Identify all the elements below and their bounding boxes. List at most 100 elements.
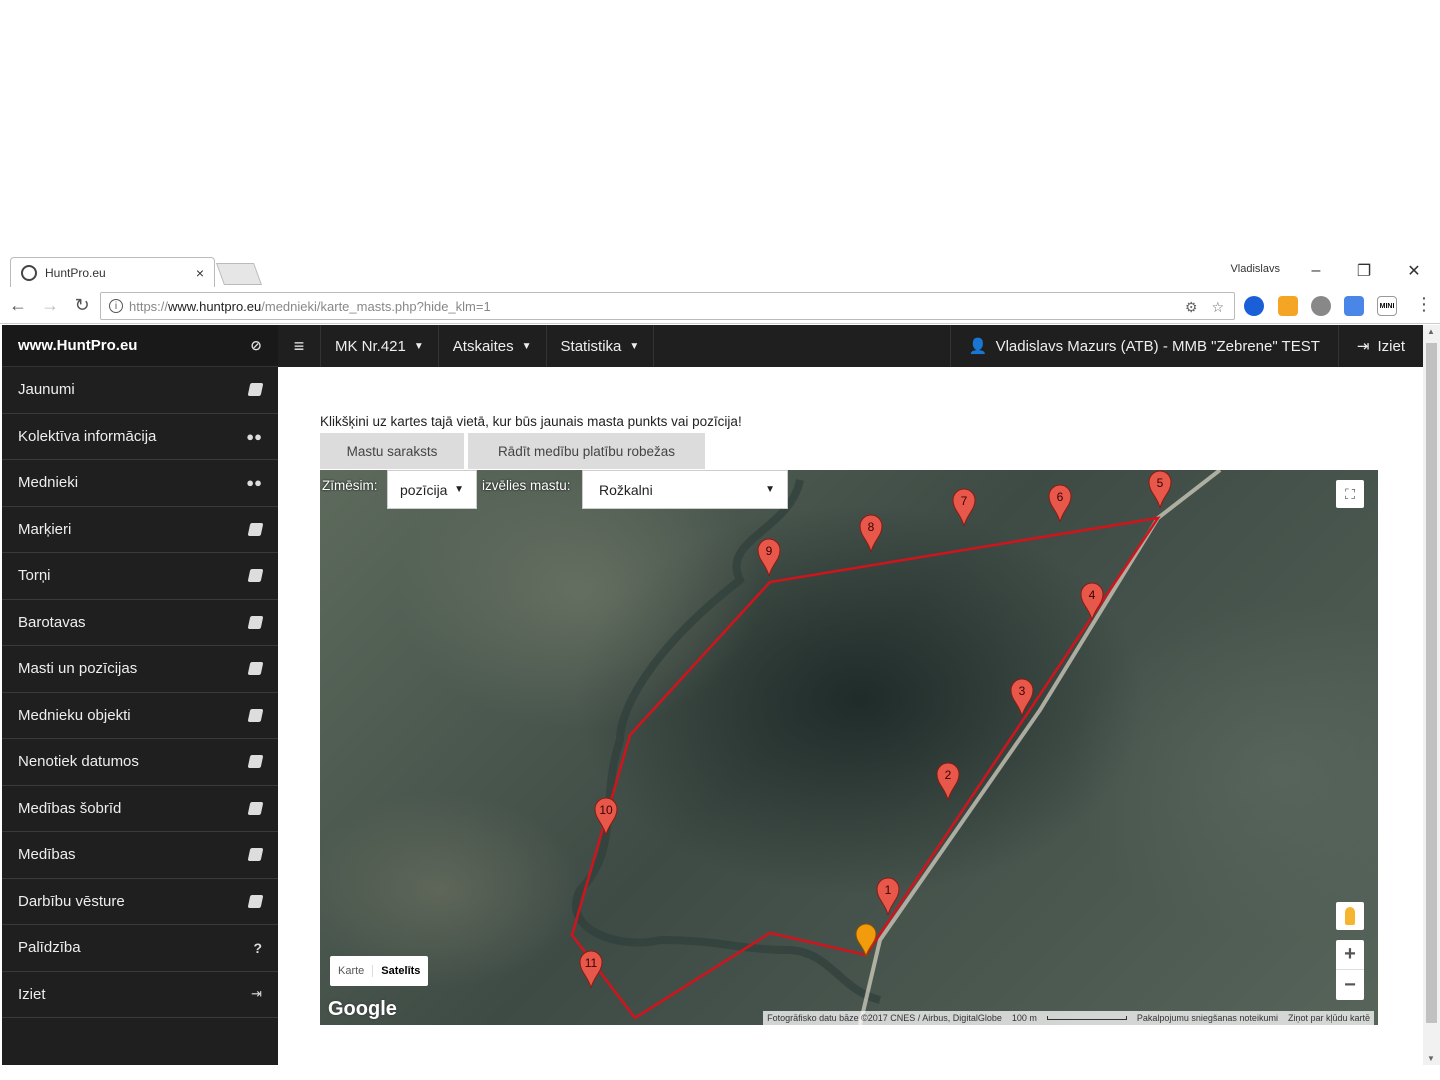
menu-mk[interactable]: MK Nr.421 ▼: [320, 325, 438, 367]
mast-marker-7[interactable]: 7: [952, 488, 976, 527]
url-input[interactable]: i https://www.huntpro.eu/mednieki/karte_…: [100, 292, 1235, 320]
user-menu[interactable]: 👤 Vladislavs Mazurs (ATB) - MMB "Zebrene"…: [949, 325, 1338, 367]
sidebar-item-kolektiva-informacija[interactable]: Kolektīva informācija ●●: [2, 414, 278, 460]
sidebar-item-darbibu-vesture[interactable]: Darbību vēsture: [2, 879, 278, 925]
question-icon: ?: [253, 939, 262, 956]
scroll-up-icon[interactable]: ▲: [1427, 327, 1435, 336]
sidebar-item-label: Marķieri: [18, 520, 72, 538]
reload-icon[interactable]: ↻: [68, 292, 96, 320]
extension-mini-icon[interactable]: MINI: [1377, 296, 1397, 316]
mast-marker-6[interactable]: 6: [1048, 484, 1072, 523]
sidebar: www.HuntPro.eu ⊘ Jaunumi Kolektīva infor…: [2, 325, 278, 1065]
chrome-menu-icon[interactable]: ⋮: [1415, 294, 1433, 315]
users-icon: ●●: [246, 475, 262, 491]
forward-icon[interactable]: →: [36, 292, 64, 320]
scale-label: 100 m: [1011, 1013, 1037, 1023]
sidebar-item-nenotiek-datumos[interactable]: Nenotiek datumos: [2, 739, 278, 786]
draw-mode-label: Zīmēsim:: [322, 478, 378, 493]
book-icon: [247, 755, 264, 769]
new-tab-button[interactable]: [215, 263, 263, 285]
tab-close-icon[interactable]: ×: [196, 265, 204, 281]
satellite-map[interactable]: 1 2 3 4 5 6 7 8 9 10 11 Zīmēsim: pozīcija ▼ izvēli…: [320, 470, 1378, 1025]
cookie-icon[interactable]: ⚙: [1185, 299, 1198, 316]
sidebar-item-label: Masti un pozīcijas: [18, 660, 138, 678]
sidebar-item-masti-un-pozicijas[interactable]: Masti un pozīcijas: [2, 646, 278, 693]
map-type-map-button[interactable]: Karte: [330, 965, 374, 977]
caret-down-icon: ▼: [629, 340, 640, 352]
map-type-satellite-button[interactable]: Satelīts: [373, 965, 428, 977]
zoom-out-button[interactable]: −: [1336, 970, 1364, 1000]
mast-marker-5[interactable]: 5: [1148, 470, 1172, 509]
scrollbar-thumb[interactable]: [1426, 343, 1437, 1023]
hamburger-menu-icon[interactable]: ≡: [278, 336, 320, 357]
compass-icon[interactable]: ⊘: [250, 337, 262, 354]
url-scheme: https://: [129, 298, 169, 314]
book-icon: [247, 569, 264, 583]
zoom-in-button[interactable]: +: [1336, 940, 1364, 970]
sidebar-item-label: Palīdzība: [18, 939, 81, 957]
menu-statistika[interactable]: Statistika ▼: [545, 325, 655, 367]
menu-atskaites[interactable]: Atskaites ▼: [437, 325, 546, 367]
minimize-icon[interactable]: –: [1296, 257, 1336, 285]
mast-marker-label: 4: [1089, 588, 1096, 602]
mast-marker-9[interactable]: 9: [757, 538, 781, 577]
sidebar-item-palidziba[interactable]: Palīdzība?: [2, 925, 278, 972]
sign-out-icon: ⇥: [1356, 338, 1370, 355]
sidebar-item-iziet[interactable]: Iziet ⇥: [2, 972, 278, 1018]
sidebar-item-markieri[interactable]: Marķieri: [2, 507, 278, 553]
sidebar-item-label: Jaunumi: [18, 381, 75, 399]
imagery-attribution: Fotogrāfisko datu bāze ©2017 CNES / Airb…: [767, 1013, 1002, 1023]
caret-down-icon: ▼: [521, 340, 532, 352]
sidebar-item-torni[interactable]: Torņi: [2, 553, 278, 600]
logout-button[interactable]: ⇥ Iziet: [1337, 325, 1423, 367]
restore-icon[interactable]: ❐: [1344, 257, 1384, 285]
sidebar-item-mednieki[interactable]: Mednieki ●●: [2, 460, 278, 507]
mast-marker-label: 1: [885, 883, 892, 897]
extension-plus-icon[interactable]: [1244, 296, 1264, 316]
sidebar-item-label: Medības: [18, 846, 76, 864]
draw-mode-select[interactable]: pozīcija ▼: [387, 470, 477, 509]
report-error-link[interactable]: Ziņot par kļūdu kartē: [1288, 1013, 1370, 1023]
extension-globe-icon[interactable]: [1311, 296, 1331, 316]
street-view-pegman-icon[interactable]: [1336, 902, 1364, 930]
map-overlay: 1 2 3 4 5 6 7 8 9 10 11: [570, 470, 1222, 1025]
book-icon: [247, 848, 264, 862]
globe-icon: [21, 264, 37, 281]
show-boundaries-button[interactable]: Rādīt medību platību robežas: [468, 433, 705, 469]
page-scrollbar[interactable]: ▲ ▼: [1423, 325, 1440, 1065]
mast-marker-2[interactable]: 2: [936, 762, 960, 801]
mast-list-button[interactable]: Mastu saraksts: [320, 433, 464, 469]
window-user-badge[interactable]: Vladislavs: [1230, 263, 1280, 275]
sidebar-item-medibas-sobrid[interactable]: Medības šobrīd: [2, 786, 278, 832]
mast-marker-8[interactable]: 8: [859, 514, 883, 553]
scroll-down-icon[interactable]: ▼: [1427, 1054, 1435, 1063]
mast-marker-10[interactable]: 10: [594, 797, 618, 836]
info-icon[interactable]: i: [109, 299, 123, 313]
close-icon[interactable]: ✕: [1394, 257, 1434, 285]
sidebar-item-label: Kolektīva informācija: [18, 427, 157, 445]
sidebar-item-mednieku-objekti[interactable]: Mednieku objekti: [2, 693, 278, 739]
sidebar-item-label: Darbību vēsture: [18, 892, 125, 910]
address-bar: ← → ↻ i https://www.huntpro.eu/mednieki/…: [0, 288, 1440, 324]
position-marker[interactable]: [855, 923, 877, 958]
menu-label: Atskaites: [452, 337, 514, 355]
mast-marker-label: 5: [1157, 476, 1164, 490]
sidebar-item-jaunumi[interactable]: Jaunumi: [2, 367, 278, 414]
back-icon[interactable]: ←: [4, 292, 32, 320]
menu-label: MK Nr.421: [335, 337, 406, 355]
browser-tab[interactable]: HuntPro.eu ×: [10, 257, 215, 287]
mast-select[interactable]: Rožkalni ▼: [582, 470, 788, 509]
logout-label: Iziet: [1377, 337, 1405, 355]
extension-orange-icon[interactable]: [1278, 296, 1298, 316]
translate-icon[interactable]: [1344, 296, 1364, 316]
sidebar-brand[interactable]: www.HuntPro.eu ⊘: [2, 325, 278, 367]
sidebar-item-barotavas[interactable]: Barotavas: [2, 600, 278, 646]
fullscreen-icon[interactable]: ⛶: [1336, 480, 1364, 508]
mast-marker-11[interactable]: 11: [579, 950, 603, 989]
bookmark-star-icon[interactable]: ☆: [1211, 299, 1224, 316]
mast-select-label: izvēlies mastu:: [482, 478, 571, 493]
sidebar-item-medibas[interactable]: Medības: [2, 832, 278, 879]
tab-title: HuntPro.eu: [45, 265, 106, 280]
terms-link[interactable]: Pakalpojumu sniegšanas noteikumi: [1137, 1013, 1278, 1023]
book-icon: [247, 383, 264, 397]
